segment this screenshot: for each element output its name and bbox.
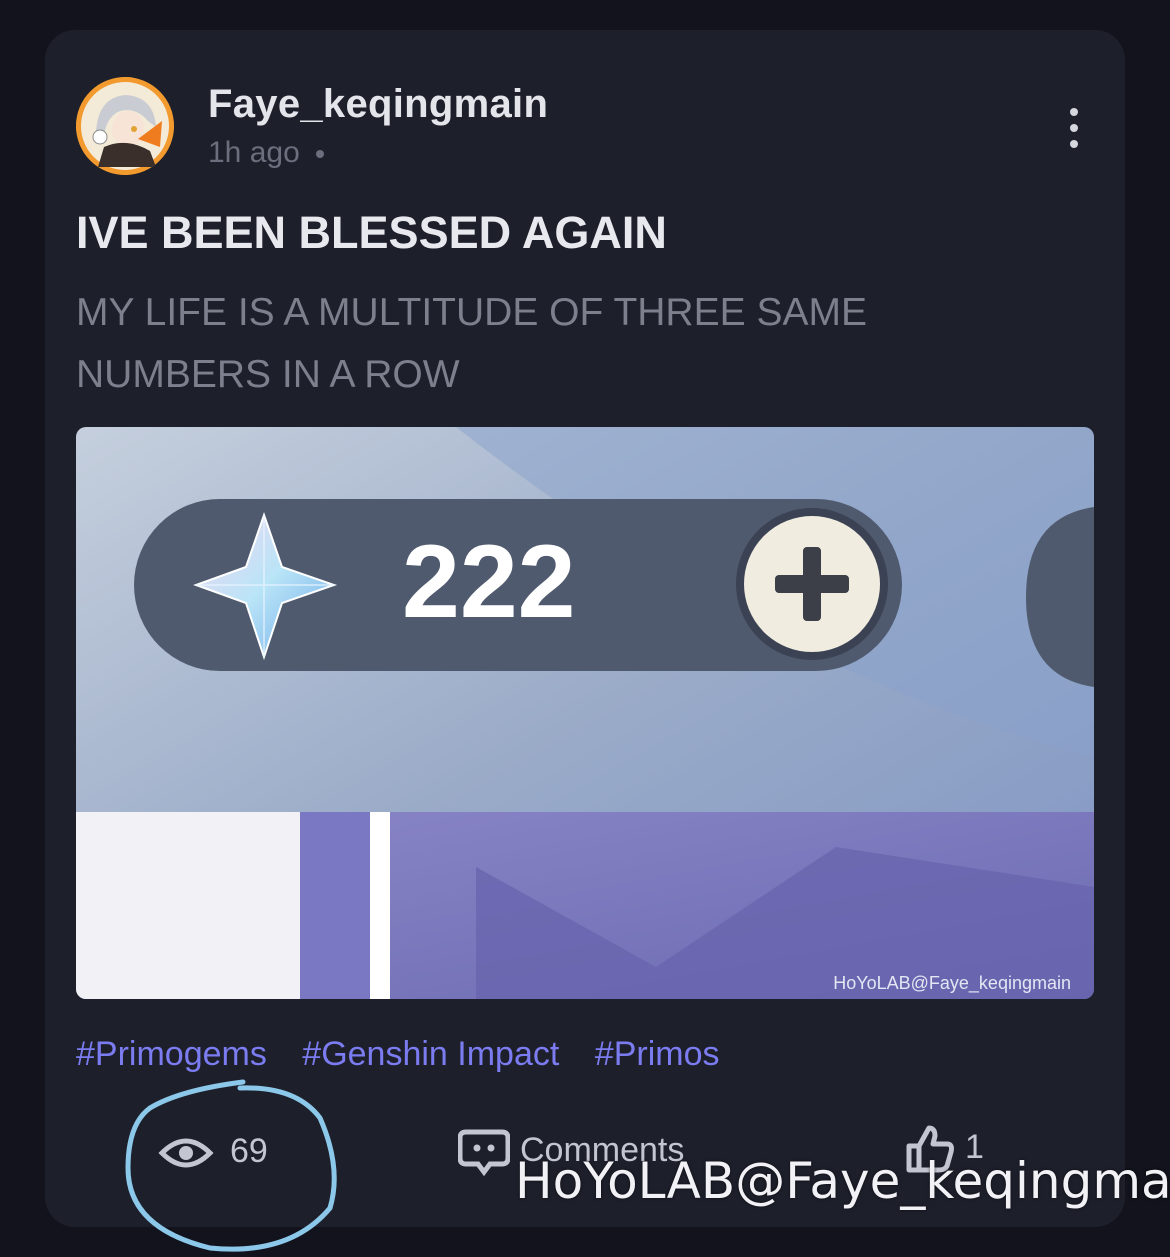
user-avatar[interactable] — [76, 77, 174, 175]
post-time: 1h ago — [208, 136, 300, 169]
post-title[interactable]: IVE BEEN BLESSED AGAIN — [76, 207, 667, 259]
post-card[interactable]: Faye_keqingmain 1h ago IVE BEEN BLESSED … — [45, 30, 1125, 1227]
post-body[interactable]: MY LIFE IS A MULTITUDE OF THREE SAME NUM… — [76, 282, 976, 406]
meta-dot — [315, 150, 324, 159]
add-primogem-icon — [736, 508, 888, 660]
tag-primos[interactable]: #Primos — [595, 1035, 720, 1073]
primogem-count: 222 — [402, 524, 576, 640]
more-dot — [1070, 124, 1078, 132]
more-dot — [1070, 108, 1078, 116]
comment-icon — [457, 1129, 511, 1177]
primogem-screenshot: 222 HoYoLAB@Faye_keqingmain — [76, 427, 1094, 999]
post-image[interactable]: 222 HoYoLAB@Faye_keqingmain — [76, 427, 1094, 999]
tag-genshin-impact[interactable]: #Genshin Impact — [302, 1035, 559, 1073]
more-dot — [1070, 140, 1078, 148]
more-options-button[interactable] — [1057, 108, 1091, 148]
annotation-circle — [125, 1079, 337, 1252]
username[interactable]: Faye_keqingmain — [208, 82, 548, 127]
image-watermark: HoYoLAB@Faye_keqingmain — [833, 973, 1071, 994]
overlay-watermark: HoYoLAB@Faye_keqingmain — [515, 1152, 1170, 1210]
post-meta: 1h ago — [208, 136, 324, 170]
avatar-image — [76, 77, 174, 175]
tag-primogems[interactable]: #Primogems — [76, 1035, 267, 1073]
tag-list: #Primogems #Genshin Impact #Primos — [76, 1035, 745, 1074]
